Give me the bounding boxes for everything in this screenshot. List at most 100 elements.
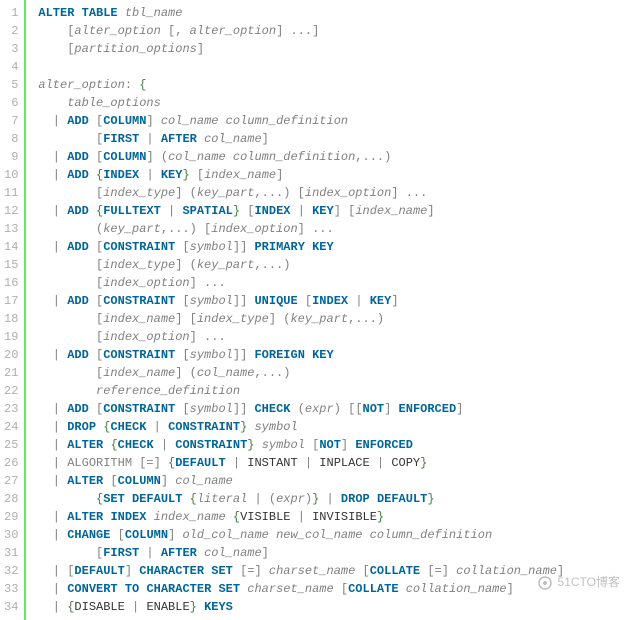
token-ar: index_option [103,276,189,290]
line-number: 5 [4,76,18,94]
token-p: [ [38,24,74,38]
token-p: ] [507,582,514,596]
token-p: [ [38,186,103,200]
token-kw: CONSTRAINT [103,240,175,254]
line-number: 31 [4,544,18,562]
token-g: } [427,492,434,506]
token-p: [ [89,240,103,254]
token-p: ] ( [175,186,197,200]
token-p: ] [276,168,283,182]
token-p: | [38,150,67,164]
token-ar: index_name [204,168,276,182]
code-line: | CHANGE [COLUMN] old_col_name new_col_n… [38,526,564,544]
token-kw: SET [218,582,240,596]
token-p: ] [456,402,463,416]
token-p: ] [197,42,204,56]
token-kw: INDEX [103,168,139,182]
line-number: 11 [4,184,18,202]
token-kw: AFTER [161,132,197,146]
code-content: ALTER TABLE tbl_name [alter_option [, al… [26,0,564,620]
token-p [118,582,125,596]
token-p: [ [38,132,103,146]
token-ar: col_name [197,366,255,380]
token-p: ] ...] [276,24,319,38]
token-p: ] [146,114,160,128]
token-ar: col_name [204,546,262,560]
token-kw: NOT [363,402,385,416]
line-number: 15 [4,256,18,274]
token-kw: KEY [312,204,334,218]
token-p: [ [38,330,103,344]
token-k2: COPY [391,456,420,470]
token-kw: CHECK [110,420,146,434]
line-number: 14 [4,238,18,256]
token-kw: ENFORCED [399,402,457,416]
token-kw: DROP [67,420,96,434]
token-p [89,168,96,182]
code-line: | ADD [CONSTRAINT [symbol]] PRIMARY KEY [38,238,564,256]
token-p: ] ( [269,312,291,326]
token-g: } [377,510,384,524]
logo-icon [538,575,557,589]
line-number: 6 [4,94,18,112]
token-p: ( [291,402,305,416]
code-line: {SET DEFAULT {literal | (expr)} | DROP D… [38,490,564,508]
token-kw: UNIQUE [254,294,297,308]
token-p: [ [38,276,103,290]
token-ar: symbol [190,240,233,254]
token-p: ] [391,294,398,308]
token-p: | [139,168,161,182]
line-number: 8 [4,130,18,148]
token-p: | [146,420,168,434]
token-ar: column_definition [370,528,492,542]
line-number: 4 [4,58,18,76]
token-p: ]] [233,294,255,308]
token-ar: col_name [161,114,219,128]
token-p: [ [89,348,103,362]
token-p: [ [175,402,189,416]
token-g: } [182,168,189,182]
token-g: } [420,456,427,470]
token-kw: FULLTEXT [103,204,161,218]
token-ar: key_part [197,186,255,200]
line-number: 32 [4,562,18,580]
token-kw: COLLATE [370,564,420,578]
token-p: [ [38,42,74,56]
code-line: [partition_options] [38,40,564,58]
token-p: | [348,294,370,308]
token-kw: CONSTRAINT [168,420,240,434]
token-ar: index_option [103,330,189,344]
code-line: | ALGORITHM [=] {DEFAULT | INSTANT | INP… [38,454,564,472]
token-p: | [319,492,341,506]
token-p: | [161,204,183,218]
token-ar: col_name [175,474,233,488]
token-ar: col_name [204,132,262,146]
token-ar: symbol [190,402,233,416]
line-number: 20 [4,346,18,364]
token-g: } [190,600,197,614]
token-p: ] [341,438,355,452]
token-kw: CONVERT [67,582,117,596]
token-p: [ [89,294,103,308]
token-p: ] [ [175,312,197,326]
token-kw: FOREIGN [254,348,304,362]
token-ar: index_type [103,186,175,200]
token-kw: INDEX [110,510,146,524]
token-kw: ADD [67,348,89,362]
line-number: 13 [4,220,18,238]
token-p: ,...) [ [161,222,211,236]
token-p: ] [262,546,269,560]
token-p: ] ( [175,366,197,380]
code-line: | ADD [COLUMN] col_name column_definitio… [38,112,564,130]
token-p [197,546,204,560]
token-ar: symbol [190,294,233,308]
token-k2: DISABLE [74,600,124,614]
code-line: [index_option] ... [38,274,564,292]
token-p: | [38,600,67,614]
line-number: 17 [4,292,18,310]
code-line: | ADD [CONSTRAINT [symbol]] FOREIGN KEY [38,346,564,364]
line-number-gutter: 1234567891011121314151617181920212223242… [0,0,26,620]
token-ar: key_part [290,312,348,326]
token-ar: alter_option [38,78,124,92]
token-p: | [38,168,67,182]
